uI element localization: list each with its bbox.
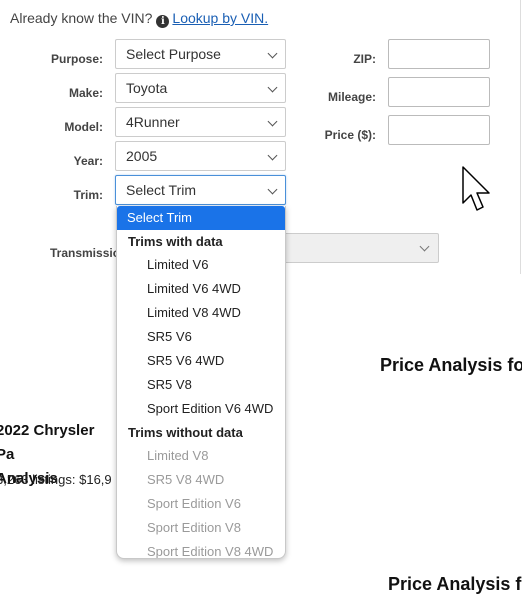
card-title-line-1: 2022 Chrysler Pa xyxy=(0,422,95,463)
trim-option-disabled: SR5 V8 4WD xyxy=(147,472,225,487)
trim-option[interactable]: Sport Edition V6 4WD xyxy=(117,397,285,421)
trim-dropdown-list: Select Trim Trims with data Limited V6 L… xyxy=(116,206,286,559)
chevron-down-icon xyxy=(267,184,278,195)
chevron-down-icon xyxy=(267,116,278,127)
trim-select[interactable]: Select Trim xyxy=(115,175,286,205)
page: Already know the VIN? i Lookup by VIN. Pur… xyxy=(0,0,522,609)
make-label: Make: xyxy=(68,86,103,100)
trim-option[interactable]: SR5 V6 4WD xyxy=(117,349,285,373)
model-select-value: 4Runner xyxy=(126,114,180,130)
make-select-value: Toyota xyxy=(126,80,168,96)
trim-option-selected[interactable]: Select Trim xyxy=(117,206,285,230)
model-label: Model: xyxy=(64,120,103,134)
vin-prompt: Already know the VIN? i Lookup by VIN. xyxy=(10,10,268,28)
trim-select-value: Select Trim xyxy=(126,182,197,198)
purpose-select-value: Select Purpose xyxy=(126,46,221,62)
trim-option[interactable]: Limited V6 xyxy=(117,253,285,277)
card-listing-summary: 3,263 listings: $16,9 xyxy=(0,472,112,487)
price-analysis-heading: Price Analysis fo xyxy=(380,355,522,375)
panel-divider xyxy=(520,0,521,274)
purpose-select[interactable]: Select Purpose xyxy=(115,39,286,69)
price-analysis-heading-2: Price Analysis f xyxy=(388,574,522,594)
trim-option[interactable]: Limited V6 4WD xyxy=(117,277,285,301)
trim-option[interactable]: SR5 V8 xyxy=(117,373,285,397)
price-input[interactable] xyxy=(388,115,490,145)
purpose-label: Purpose: xyxy=(50,52,103,66)
chevron-down-icon xyxy=(419,241,430,252)
price-label: Price ($): xyxy=(324,128,376,142)
chevron-down-icon xyxy=(267,150,278,161)
trim-option-disabled: Sport Edition V8 xyxy=(147,520,241,535)
info-icon: i xyxy=(156,15,170,28)
trim-group-without-data: Trims without data xyxy=(128,425,243,440)
trim-option[interactable]: SR5 V6 xyxy=(117,325,285,349)
make-select[interactable]: Toyota xyxy=(115,73,286,103)
mileage-input[interactable] xyxy=(388,77,490,107)
trim-label: Trim: xyxy=(73,188,103,202)
year-select[interactable]: 2005 xyxy=(115,141,286,171)
vin-prompt-text: Already know the VIN? xyxy=(10,10,153,26)
trim-group-with-data: Trims with data xyxy=(128,234,223,249)
trim-option[interactable]: Limited V8 4WD xyxy=(117,301,285,325)
trim-option-disabled: Limited V8 xyxy=(147,448,209,463)
zip-input[interactable] xyxy=(388,39,490,69)
vin-lookup-link[interactable]: Lookup by VIN. xyxy=(172,10,268,26)
zip-label: ZIP: xyxy=(353,52,376,66)
transmission-select[interactable] xyxy=(282,233,439,263)
mileage-label: Mileage: xyxy=(327,90,376,104)
mouse-pointer-icon xyxy=(462,166,490,211)
year-label: Year: xyxy=(73,154,103,168)
trim-option-disabled: Sport Edition V6 xyxy=(147,496,241,511)
trim-option-disabled: Sport Edition V8 4WD xyxy=(147,544,274,559)
year-select-value: 2005 xyxy=(126,148,158,164)
model-select[interactable]: 4Runner xyxy=(115,107,286,137)
